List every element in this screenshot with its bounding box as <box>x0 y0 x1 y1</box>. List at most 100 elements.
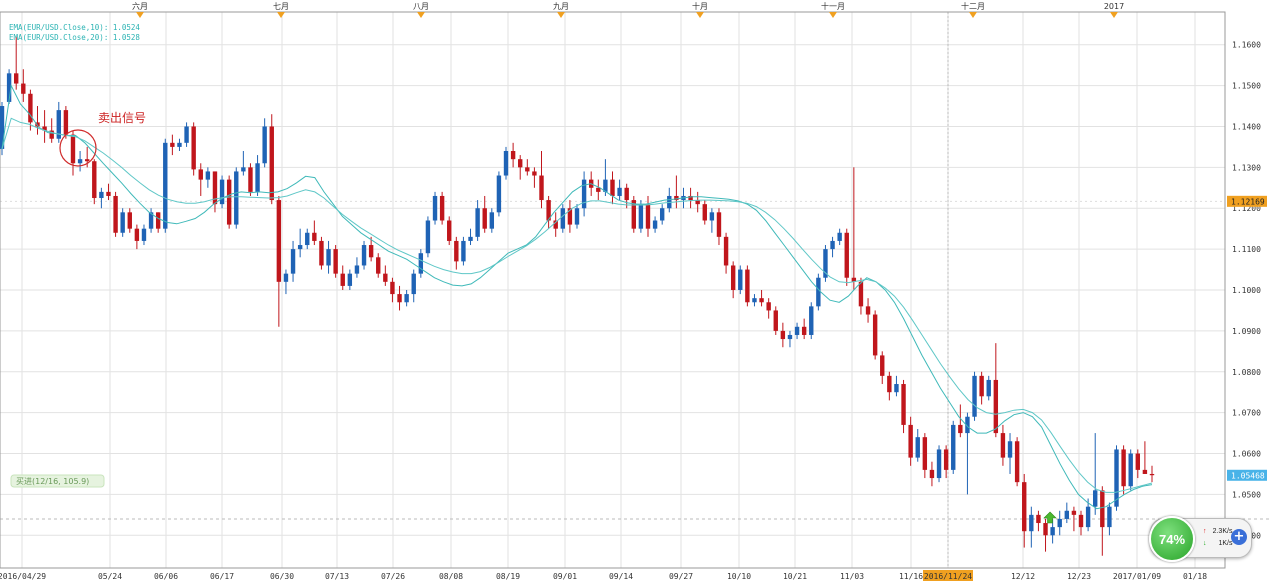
candle-body <box>475 208 480 237</box>
candle-body <box>134 228 140 241</box>
x-tick-label: 01/18 <box>1183 572 1207 581</box>
candle-body <box>1149 473 1155 476</box>
candle <box>191 122 196 176</box>
month-label: 2017 <box>1104 2 1124 11</box>
candle <box>773 306 778 335</box>
candle-body <box>752 298 757 303</box>
candle-body <box>92 161 97 199</box>
candle-body <box>1036 514 1041 524</box>
candle-body <box>454 240 459 262</box>
candle-body <box>844 232 849 278</box>
candle-body <box>1142 469 1148 474</box>
candle <box>738 265 743 295</box>
candle-body <box>1064 510 1070 519</box>
candle-body <box>361 245 367 266</box>
candle-body <box>184 126 189 143</box>
upload-speed-value: 2.3K/s <box>1212 528 1233 535</box>
x-tick-label: 11/03 <box>840 572 864 581</box>
candle-body <box>574 208 580 225</box>
candle-body <box>979 375 984 397</box>
x-tick-label: 06/17 <box>210 572 234 581</box>
candle <box>234 167 239 229</box>
candle-body <box>496 175 502 213</box>
candle-body <box>780 330 786 340</box>
candle-body <box>489 212 495 229</box>
candle-body <box>99 191 104 199</box>
x-tick-label: 10/21 <box>783 572 807 581</box>
candle-body <box>305 232 310 246</box>
candle <box>439 191 445 225</box>
download-speed: ↓ 1K/s <box>1203 540 1232 547</box>
y-tick-label: 1.0700 <box>1232 409 1261 418</box>
candle-body <box>1078 514 1084 528</box>
candle-body <box>794 326 800 335</box>
candle-body <box>922 437 928 470</box>
candle <box>461 236 466 266</box>
candle-body <box>723 236 729 266</box>
y-tick-label: 1.1500 <box>1232 82 1261 91</box>
candle-body <box>1029 514 1034 532</box>
candle-body <box>525 167 530 172</box>
y-tick-label: 1.0600 <box>1232 450 1261 459</box>
candle <box>631 195 636 233</box>
candle-body <box>716 212 722 237</box>
y-tick-label: 1.0500 <box>1232 490 1261 499</box>
candle-body <box>503 151 509 176</box>
candle-body <box>127 212 132 229</box>
candle-body <box>404 294 409 303</box>
candle-body <box>929 469 935 479</box>
candle-body <box>958 424 963 434</box>
candle-body <box>1071 510 1077 515</box>
candle-body <box>951 424 956 470</box>
candle-body <box>1000 433 1006 458</box>
candle-body <box>297 245 303 250</box>
x-tick-label: 07/13 <box>325 572 349 581</box>
candle-body <box>234 171 239 225</box>
candle-body <box>1135 453 1141 470</box>
candle-body <box>652 220 658 229</box>
candle-body <box>560 208 566 229</box>
candle-body <box>461 240 466 262</box>
candle-body <box>518 159 523 168</box>
candle-body <box>439 195 445 221</box>
x-tick-label: 2016/04/29 <box>0 572 46 581</box>
candle <box>823 245 828 282</box>
candle <box>425 216 431 258</box>
plus-icon[interactable]: + <box>1231 529 1247 545</box>
candle-body <box>319 240 324 266</box>
y-tick-label: 1.1600 <box>1232 41 1261 50</box>
candle-body <box>13 73 19 84</box>
price-tag-current-label: 1.05468 <box>1231 471 1265 480</box>
candle-body <box>830 240 835 250</box>
network-speed-widget[interactable]: 74% ↑ 2.3K/s ↓ 1K/s + <box>1149 516 1252 562</box>
candle-body <box>943 449 949 470</box>
candle-body <box>1121 449 1126 487</box>
candle-body <box>383 273 388 282</box>
candle-body <box>1100 490 1105 528</box>
candle <box>972 371 977 421</box>
candle-body <box>397 294 402 303</box>
candle-body <box>1128 453 1133 487</box>
candle-body <box>1043 523 1048 536</box>
candle-body <box>354 265 360 274</box>
candle-body <box>163 142 168 229</box>
month-label: 十一月 <box>821 1 845 11</box>
candle-body <box>447 220 452 241</box>
month-label: 八月 <box>413 2 429 11</box>
candle-body <box>347 273 353 286</box>
memory-percent-badge[interactable]: 74% <box>1149 516 1195 562</box>
candle <box>844 228 849 286</box>
candle <box>269 114 274 205</box>
candle <box>745 265 750 307</box>
candle <box>503 146 509 180</box>
buy-signal-label: 买进(12/16, 105.9) <box>16 477 89 486</box>
candle-body <box>773 310 778 331</box>
candle-body <box>77 159 83 164</box>
month-label: 十月 <box>692 1 708 11</box>
candle-body <box>432 195 438 221</box>
candle-body <box>276 200 282 282</box>
y-tick-label: 1.1400 <box>1232 122 1261 131</box>
candle <box>816 273 821 311</box>
candle-body <box>901 384 906 425</box>
candle-body <box>581 179 587 209</box>
